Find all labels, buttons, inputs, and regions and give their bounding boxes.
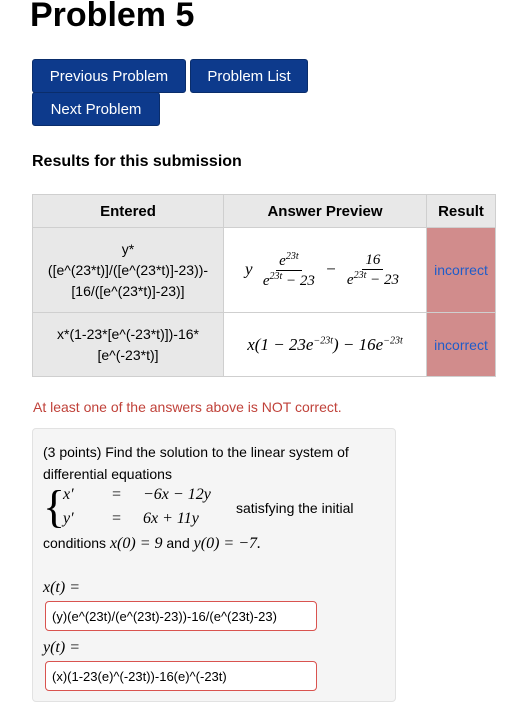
fraction-denominator: e23t − 23	[346, 269, 399, 288]
entered-line: y*	[121, 240, 135, 257]
entered-cell: y* ([e^(23*t)]/([e^(23*t)]-23))- [16/([e…	[32, 227, 224, 313]
results-heading: Results for this submission	[32, 153, 242, 170]
fraction-denominator: e23t − 23	[262, 270, 315, 289]
entered-line: x*(1-23*[e^(-23*t)])-16*	[57, 325, 199, 342]
warning-message: At least one of the answers above is NOT…	[33, 399, 342, 415]
preview-minus: −	[325, 258, 337, 278]
result-badge: incorrect	[426, 227, 496, 313]
x-answer-label: x(t) =	[43, 579, 80, 596]
table-row: y* ([e^(23*t)]/([e^(23*t)]-23))- [16/([e…	[32, 227, 496, 313]
entered-line: [16/([e^(23*t)]-23)]	[71, 282, 185, 299]
problem-box: (3 points) Find the solution to the line…	[32, 428, 396, 702]
next-problem-button[interactable]: Next Problem	[32, 92, 160, 126]
problem-statement: (3 points) Find the solution to the line…	[43, 444, 349, 482]
preview-fraction: e23t e23t − 23	[260, 251, 318, 290]
problem-list-button[interactable]: Problem List	[190, 59, 308, 93]
entered-cell: x*(1-23*[e^(-23*t)])-16* [e^(-23*t)]	[32, 312, 224, 377]
fraction-numerator: 16	[362, 252, 384, 270]
entered-line: ([e^(23*t)]/([e^(23*t)]-23))-	[47, 261, 209, 278]
left-brace: {	[43, 481, 66, 532]
entered-line: [e^(-23*t)]	[97, 346, 159, 363]
column-header-answer-preview: Answer Preview	[223, 194, 427, 228]
table-row: x*(1-23*[e^(-23*t)])-16* [e^(-23*t)] x(1…	[32, 312, 496, 377]
fraction-numerator: e23t	[276, 251, 302, 271]
preview-fraction: 16 e23t − 23	[344, 252, 402, 289]
preview-prefix: y	[245, 258, 253, 278]
y-answer-label: y(t) =	[43, 639, 80, 656]
initial-conditions: conditions x(0) = 9 and y(0) = −7.	[43, 535, 261, 552]
results-table: Entered Answer Preview Result y* ([e^(23…	[32, 194, 496, 377]
results-header-row: Entered Answer Preview Result	[32, 194, 496, 228]
column-header-result: Result	[426, 194, 496, 228]
equation-system: { x′ = −6x − 12y y′ = 6x + 11y satisfyin…	[43, 481, 354, 532]
page-title: Problem 5	[30, 0, 195, 34]
satisfying-text: satisfying the initial	[236, 500, 354, 516]
x-answer-field[interactable]	[45, 601, 317, 631]
y-answer-field[interactable]	[45, 661, 317, 691]
column-header-entered: Entered	[32, 194, 224, 228]
answer-preview-cell: y e23t e23t − 23 − 16 e23t − 23	[223, 227, 427, 313]
answer-preview-cell: x(1 − 23e−23t) − 16e−23t	[223, 312, 427, 377]
result-badge: incorrect	[426, 312, 496, 377]
previous-problem-button[interactable]: Previous Problem	[32, 59, 186, 93]
